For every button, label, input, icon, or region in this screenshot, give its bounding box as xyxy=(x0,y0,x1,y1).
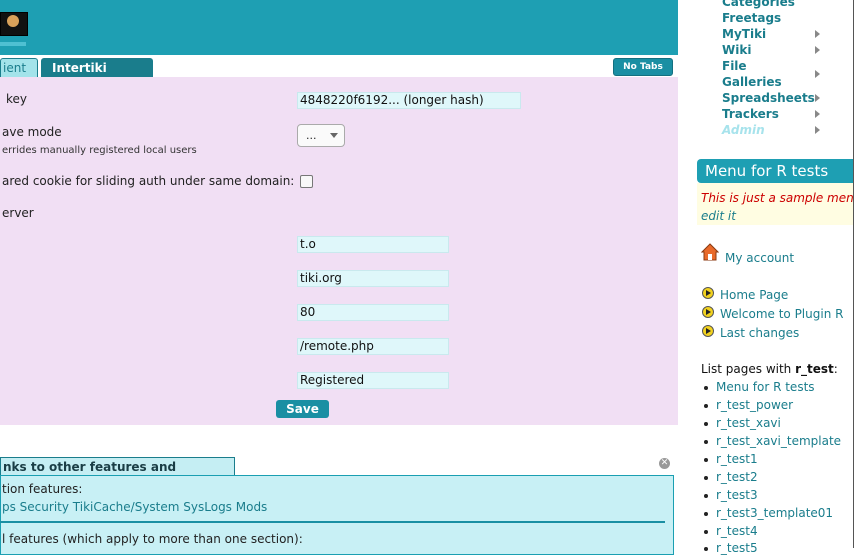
module-title: Menu for R tests xyxy=(697,159,854,183)
module-edit-link[interactable]: edit it xyxy=(701,209,736,223)
server-port-input[interactable]: 80 xyxy=(297,304,449,321)
arrow-right-icon xyxy=(702,287,714,299)
menu-item-categories[interactable]: Categories xyxy=(722,0,795,9)
module-text: This is just a sample menu xyxy=(701,191,854,205)
menu-item-freetags[interactable]: Freetags xyxy=(722,11,781,25)
links-divider xyxy=(0,521,665,523)
shared-cookie-label: ared cookie for sliding auth under same … xyxy=(2,174,295,188)
chevron-right-icon xyxy=(815,30,820,38)
home-icon xyxy=(700,243,720,261)
menu-item-mytiki[interactable]: MyTiki xyxy=(722,27,766,41)
close-icon[interactable]: ✕ xyxy=(659,458,670,469)
page-link[interactable]: r_test_power xyxy=(716,398,793,412)
menu-item-file[interactable]: File xyxy=(722,59,747,73)
chevron-right-icon xyxy=(815,126,820,134)
section-features-label: tion features: xyxy=(2,482,83,496)
server-name-input[interactable]: t.o xyxy=(297,236,449,253)
page-link[interactable]: r_test5 xyxy=(716,541,758,555)
arrow-right-icon xyxy=(702,325,714,337)
slave-mode-select[interactable]: ... xyxy=(297,124,345,147)
menu-item-galleries[interactable]: Galleries xyxy=(722,75,782,89)
server-label: erver xyxy=(2,206,34,220)
chevron-right-icon xyxy=(815,46,820,54)
header-banner xyxy=(0,0,678,55)
list-bullet xyxy=(704,530,708,534)
chevron-right-icon xyxy=(815,70,820,78)
list-pages-prefix: List pages with xyxy=(701,362,796,376)
page-link[interactable]: r_test3 xyxy=(716,488,758,502)
my-account-link[interactable]: My account xyxy=(725,251,794,265)
site-logo-icon[interactable] xyxy=(0,12,28,36)
slave-mode-label: ave mode xyxy=(2,125,62,139)
list-bullet xyxy=(704,404,708,408)
page-link[interactable]: r_test_xavi_template xyxy=(716,434,841,448)
list-bullet xyxy=(704,512,708,516)
list-bullet xyxy=(704,494,708,498)
key-label: key xyxy=(6,92,28,106)
page-link[interactable]: r_test_xavi xyxy=(716,416,781,430)
list-bullet xyxy=(704,422,708,426)
chevron-down-icon xyxy=(330,133,338,138)
menu-item-trackers[interactable]: Trackers xyxy=(722,107,779,121)
banner-strip xyxy=(0,42,26,46)
list-pages-term: r_test xyxy=(795,362,834,376)
home-page-link[interactable]: Home Page xyxy=(720,288,788,302)
arrow-right-icon xyxy=(702,306,714,318)
list-pages-suffix: : xyxy=(833,362,838,376)
list-bullet xyxy=(704,458,708,462)
global-features-label: l features (which apply to more than one… xyxy=(2,532,303,546)
list-bullet xyxy=(704,476,708,480)
page-link[interactable]: r_test4 xyxy=(716,524,758,538)
last-changes-link[interactable]: Last changes xyxy=(720,326,799,340)
slave-mode-select-value: ... xyxy=(306,129,317,142)
page-link[interactable]: r_test3_template01 xyxy=(716,506,833,520)
tab-client[interactable]: ient xyxy=(0,58,38,77)
list-bullet xyxy=(704,440,708,444)
no-tabs-button[interactable]: No Tabs xyxy=(613,58,673,76)
key-input[interactable]: 4848220f6192... (longer hash) xyxy=(297,92,521,109)
list-pages-heading: List pages with r_test: xyxy=(701,362,838,376)
page-link[interactable]: r_test2 xyxy=(716,470,758,484)
welcome-plugin-r-link[interactable]: Welcome to Plugin R xyxy=(720,307,843,321)
server-group-input[interactable]: Registered xyxy=(297,372,449,389)
server-path-input[interactable]: /remote.php xyxy=(297,338,449,355)
chevron-right-icon xyxy=(815,110,820,118)
page-link[interactable]: r_test1 xyxy=(716,452,758,466)
page-link[interactable]: Menu for R tests xyxy=(716,380,815,394)
links-section-tab[interactable]: nks to other features and settings xyxy=(0,457,235,492)
save-button[interactable]: Save xyxy=(276,400,329,418)
server-host-input[interactable]: tiki.org xyxy=(297,270,449,287)
menu-item-admin[interactable]: Admin xyxy=(722,123,765,137)
slave-mode-note: errides manually registered local users xyxy=(2,145,197,156)
menu-item-wiki[interactable]: Wiki xyxy=(722,43,751,57)
menu-item-spreadsheets[interactable]: Spreadsheets xyxy=(722,91,815,105)
shared-cookie-checkbox[interactable] xyxy=(300,175,313,188)
list-bullet xyxy=(704,386,708,390)
tab-intertiki-server[interactable]: Intertiki server xyxy=(41,58,153,94)
section-features-links[interactable]: ps Security TikiCache/System SysLogs Mod… xyxy=(2,500,267,514)
chevron-right-icon xyxy=(815,94,820,102)
